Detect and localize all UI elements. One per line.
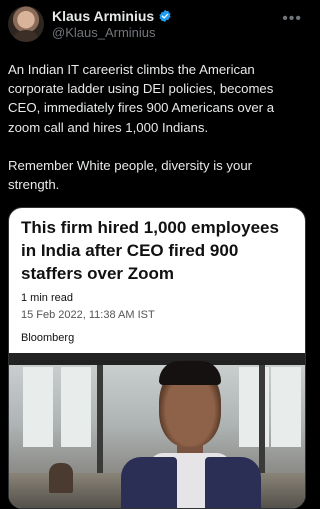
author-display-name[interactable]: Klaus Arminius	[52, 8, 154, 24]
tweet-text: An Indian IT careerist climbs the Americ…	[8, 62, 275, 193]
avatar[interactable]	[8, 6, 44, 42]
verified-badge-icon	[158, 9, 172, 23]
tweet-header: Klaus Arminius @Klaus_Arminius •••	[8, 6, 304, 46]
card-image	[9, 353, 305, 508]
card-source: Bloomberg	[21, 332, 75, 344]
card-read-time: 1 min read	[21, 292, 73, 304]
more-options-icon[interactable]: •••	[282, 10, 302, 28]
author-handle[interactable]: @Klaus_Arminius	[52, 25, 156, 40]
card-date: 15 Feb 2022, 11:38 AM IST	[21, 309, 155, 321]
card-headline: This firm hired 1,000 employees in India…	[21, 218, 279, 283]
author-name-row: Klaus Arminius	[52, 8, 172, 24]
link-card[interactable]: This firm hired 1,000 employees in India…	[8, 207, 306, 509]
